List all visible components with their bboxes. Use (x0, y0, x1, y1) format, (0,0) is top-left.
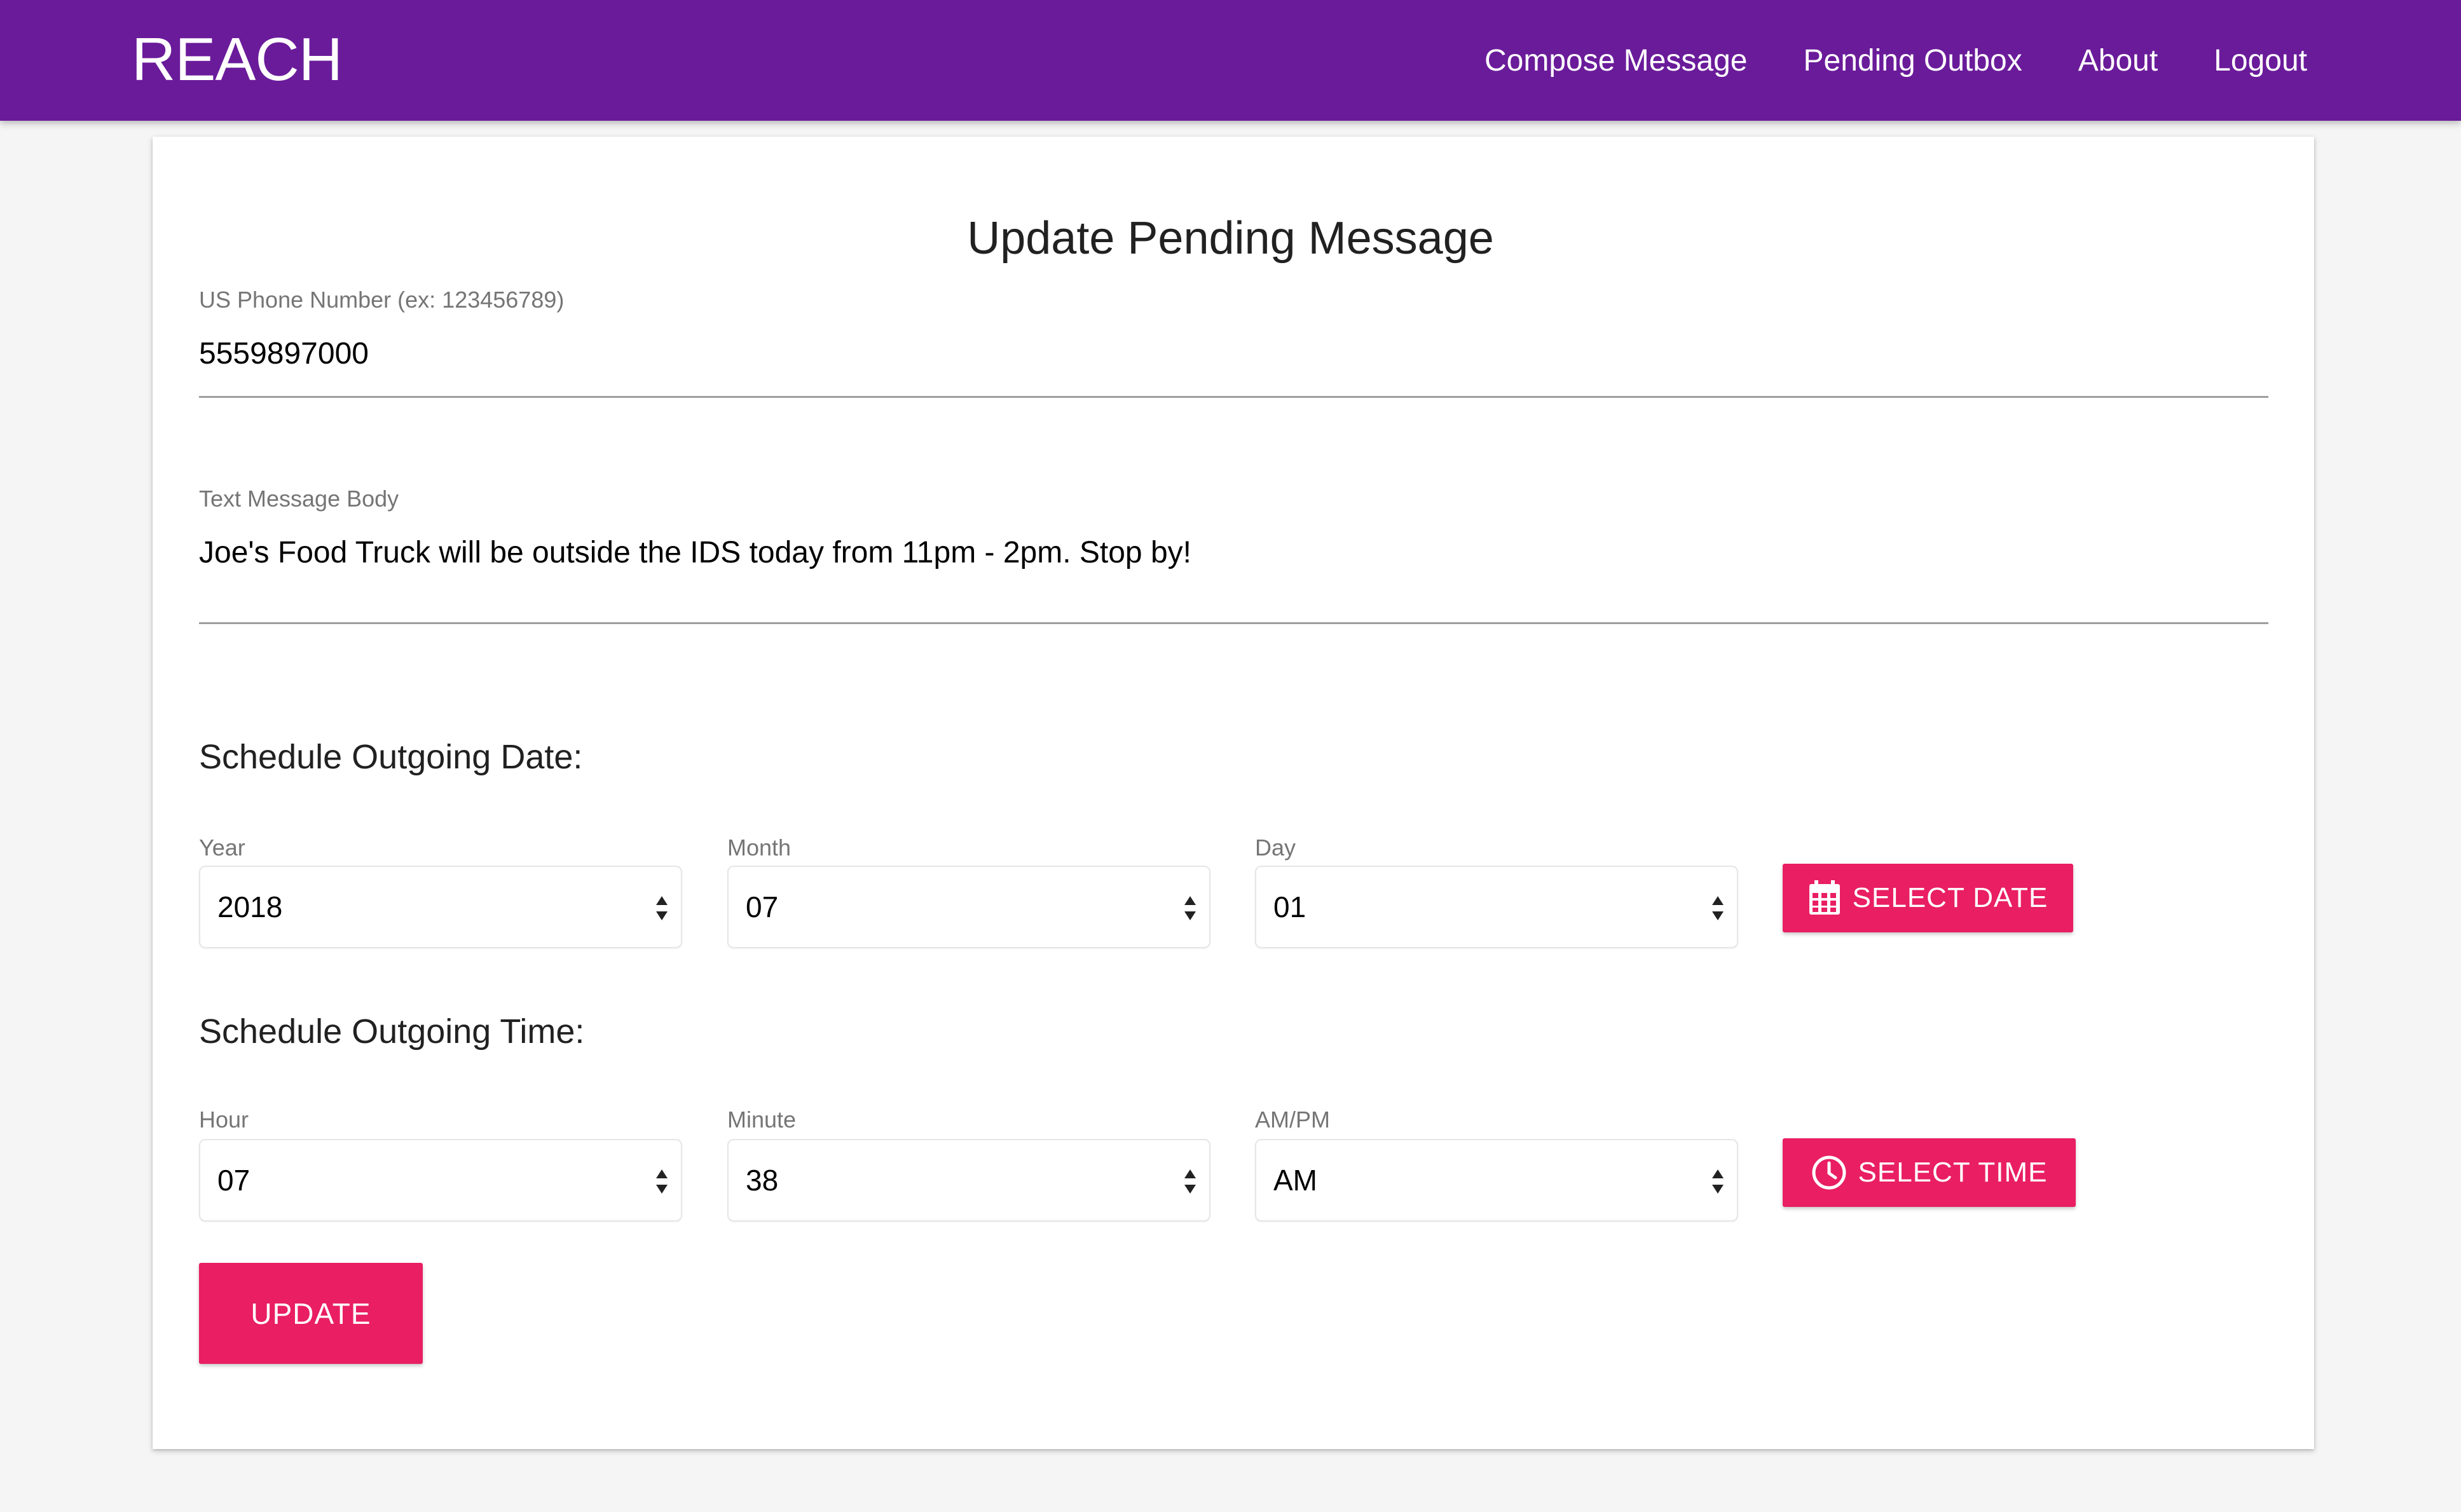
month-select-value: 07 (746, 890, 779, 923)
day-select-value: 01 (1273, 890, 1306, 923)
ampm-select-value: AM (1273, 1164, 1317, 1197)
select-arrows-icon (1712, 1169, 1724, 1194)
schedule-time-heading: Schedule Outgoing Time: (199, 1012, 585, 1051)
nav-about[interactable]: About (2078, 43, 2158, 78)
hour-select[interactable]: 07 (199, 1139, 682, 1222)
minute-select[interactable]: 38 (727, 1139, 1210, 1222)
select-arrows-icon (1184, 896, 1196, 920)
select-arrows-icon (656, 896, 668, 920)
page-title: Update Pending Message (967, 213, 1494, 264)
phone-input[interactable] (199, 335, 2268, 373)
day-select[interactable]: 01 (1255, 866, 1738, 948)
year-label: Year (199, 834, 245, 861)
minute-label: Minute (727, 1107, 797, 1133)
phone-underline (199, 396, 2268, 398)
message-body-underline (199, 622, 2268, 624)
message-body-input[interactable] (199, 534, 2268, 572)
select-time-button[interactable]: SELECT TIME (1783, 1138, 2076, 1207)
message-body-label: Text Message Body (199, 486, 399, 512)
nav-links: Compose Message Pending Outbox About Log… (1484, 0, 2307, 121)
calendar-icon (1808, 880, 1841, 916)
month-label: Month (727, 834, 792, 861)
ampm-label: AM/PM (1255, 1107, 1331, 1133)
nav-compose-message[interactable]: Compose Message (1484, 43, 1748, 78)
ampm-select[interactable]: AM (1255, 1139, 1738, 1222)
select-time-label: SELECT TIME (1858, 1157, 2048, 1188)
select-arrows-icon (1184, 1169, 1196, 1194)
schedule-date-heading: Schedule Outgoing Date: (199, 738, 583, 776)
hour-label: Hour (199, 1107, 249, 1133)
minute-select-value: 38 (746, 1164, 779, 1197)
hour-select-value: 07 (217, 1164, 250, 1197)
select-arrows-icon (1712, 896, 1724, 920)
brand-logo[interactable]: REACH (132, 28, 343, 92)
phone-label: US Phone Number (ex: 123456789) (199, 287, 565, 313)
nav-logout[interactable]: Logout (2214, 43, 2307, 78)
select-date-label: SELECT DATE (1852, 882, 2048, 913)
year-select[interactable]: 2018 (199, 866, 682, 948)
day-label: Day (1255, 834, 1296, 861)
update-button[interactable]: UPDATE (199, 1263, 423, 1364)
month-select[interactable]: 07 (727, 866, 1210, 948)
update-label: UPDATE (250, 1297, 371, 1330)
year-select-value: 2018 (217, 890, 283, 923)
nav-pending-outbox[interactable]: Pending Outbox (1804, 43, 2022, 78)
update-message-card (153, 137, 2314, 1449)
select-date-button[interactable]: SELECT DATE (1783, 864, 2073, 932)
top-navbar: REACH Compose Message Pending Outbox Abo… (0, 0, 2461, 121)
select-arrows-icon (656, 1169, 668, 1194)
clock-icon (1811, 1155, 1847, 1190)
